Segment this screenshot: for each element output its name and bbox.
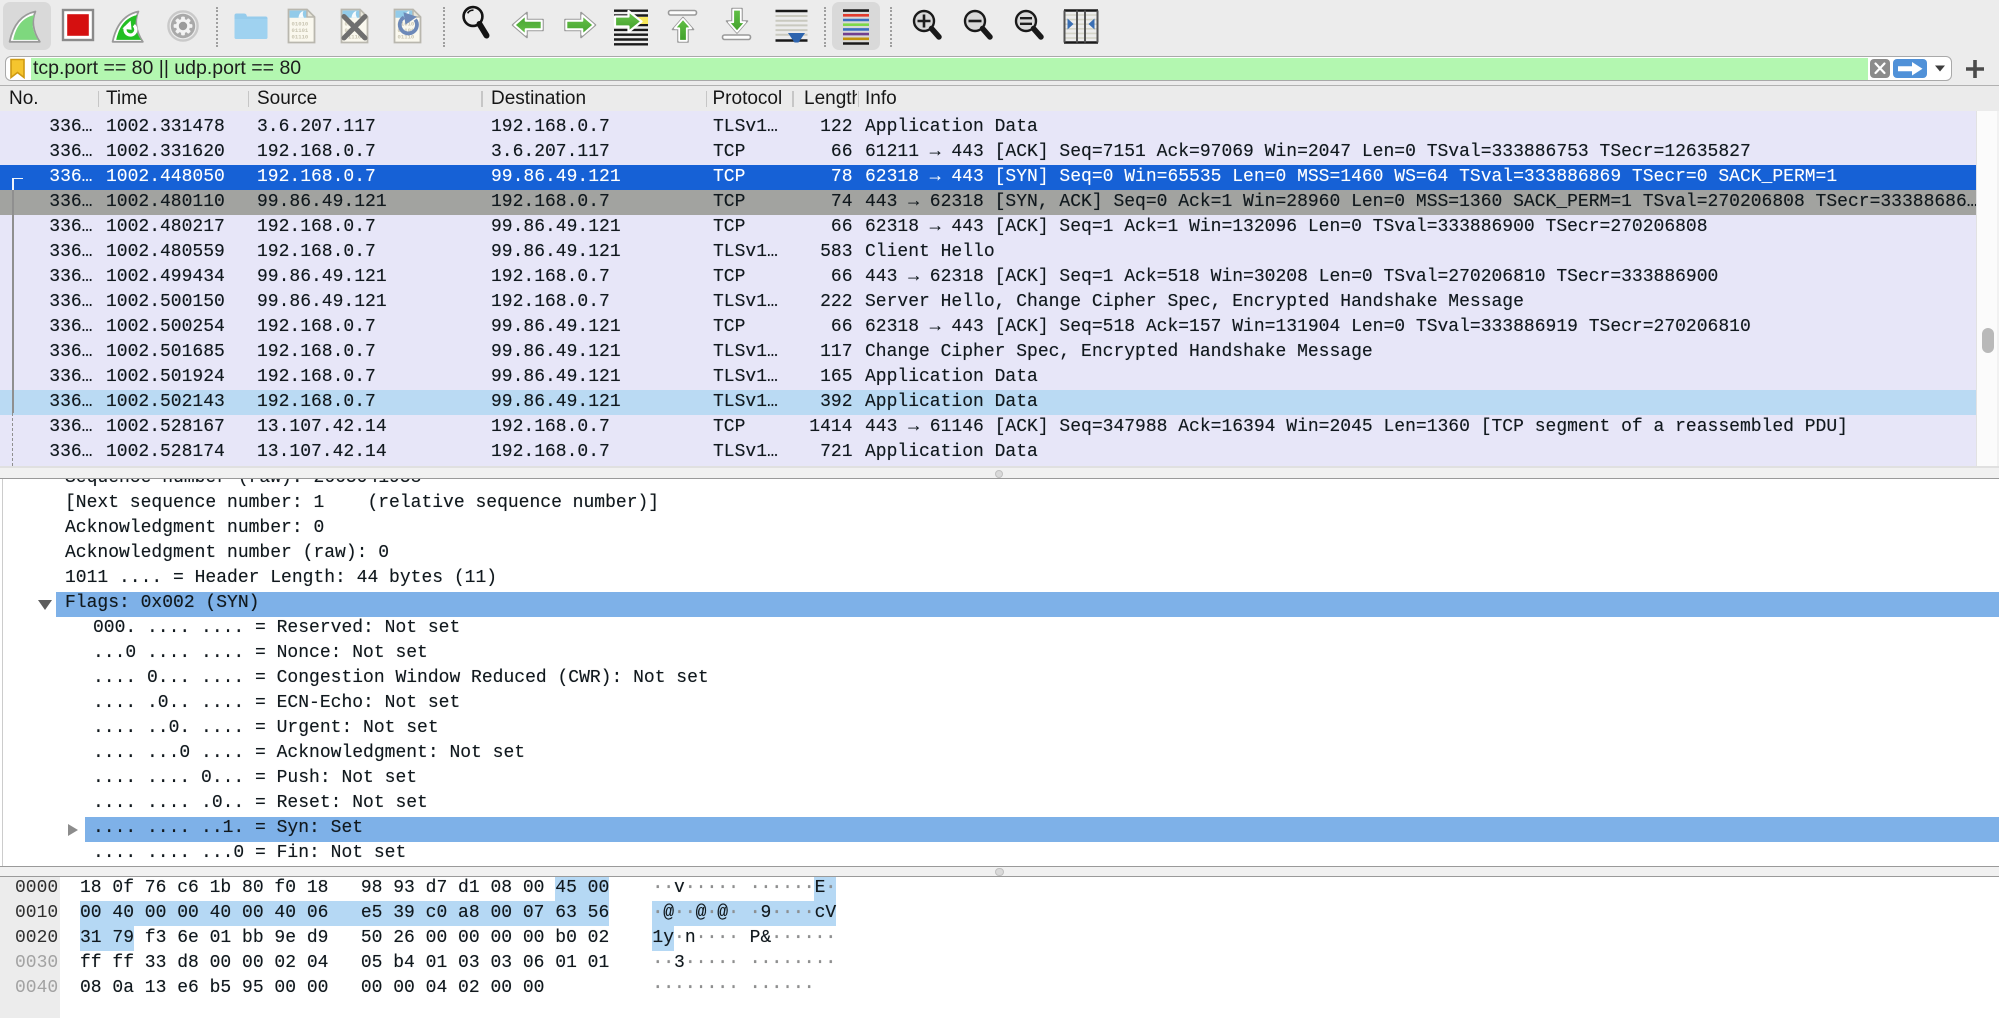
svg-text:01110: 01110 [292,34,309,41]
